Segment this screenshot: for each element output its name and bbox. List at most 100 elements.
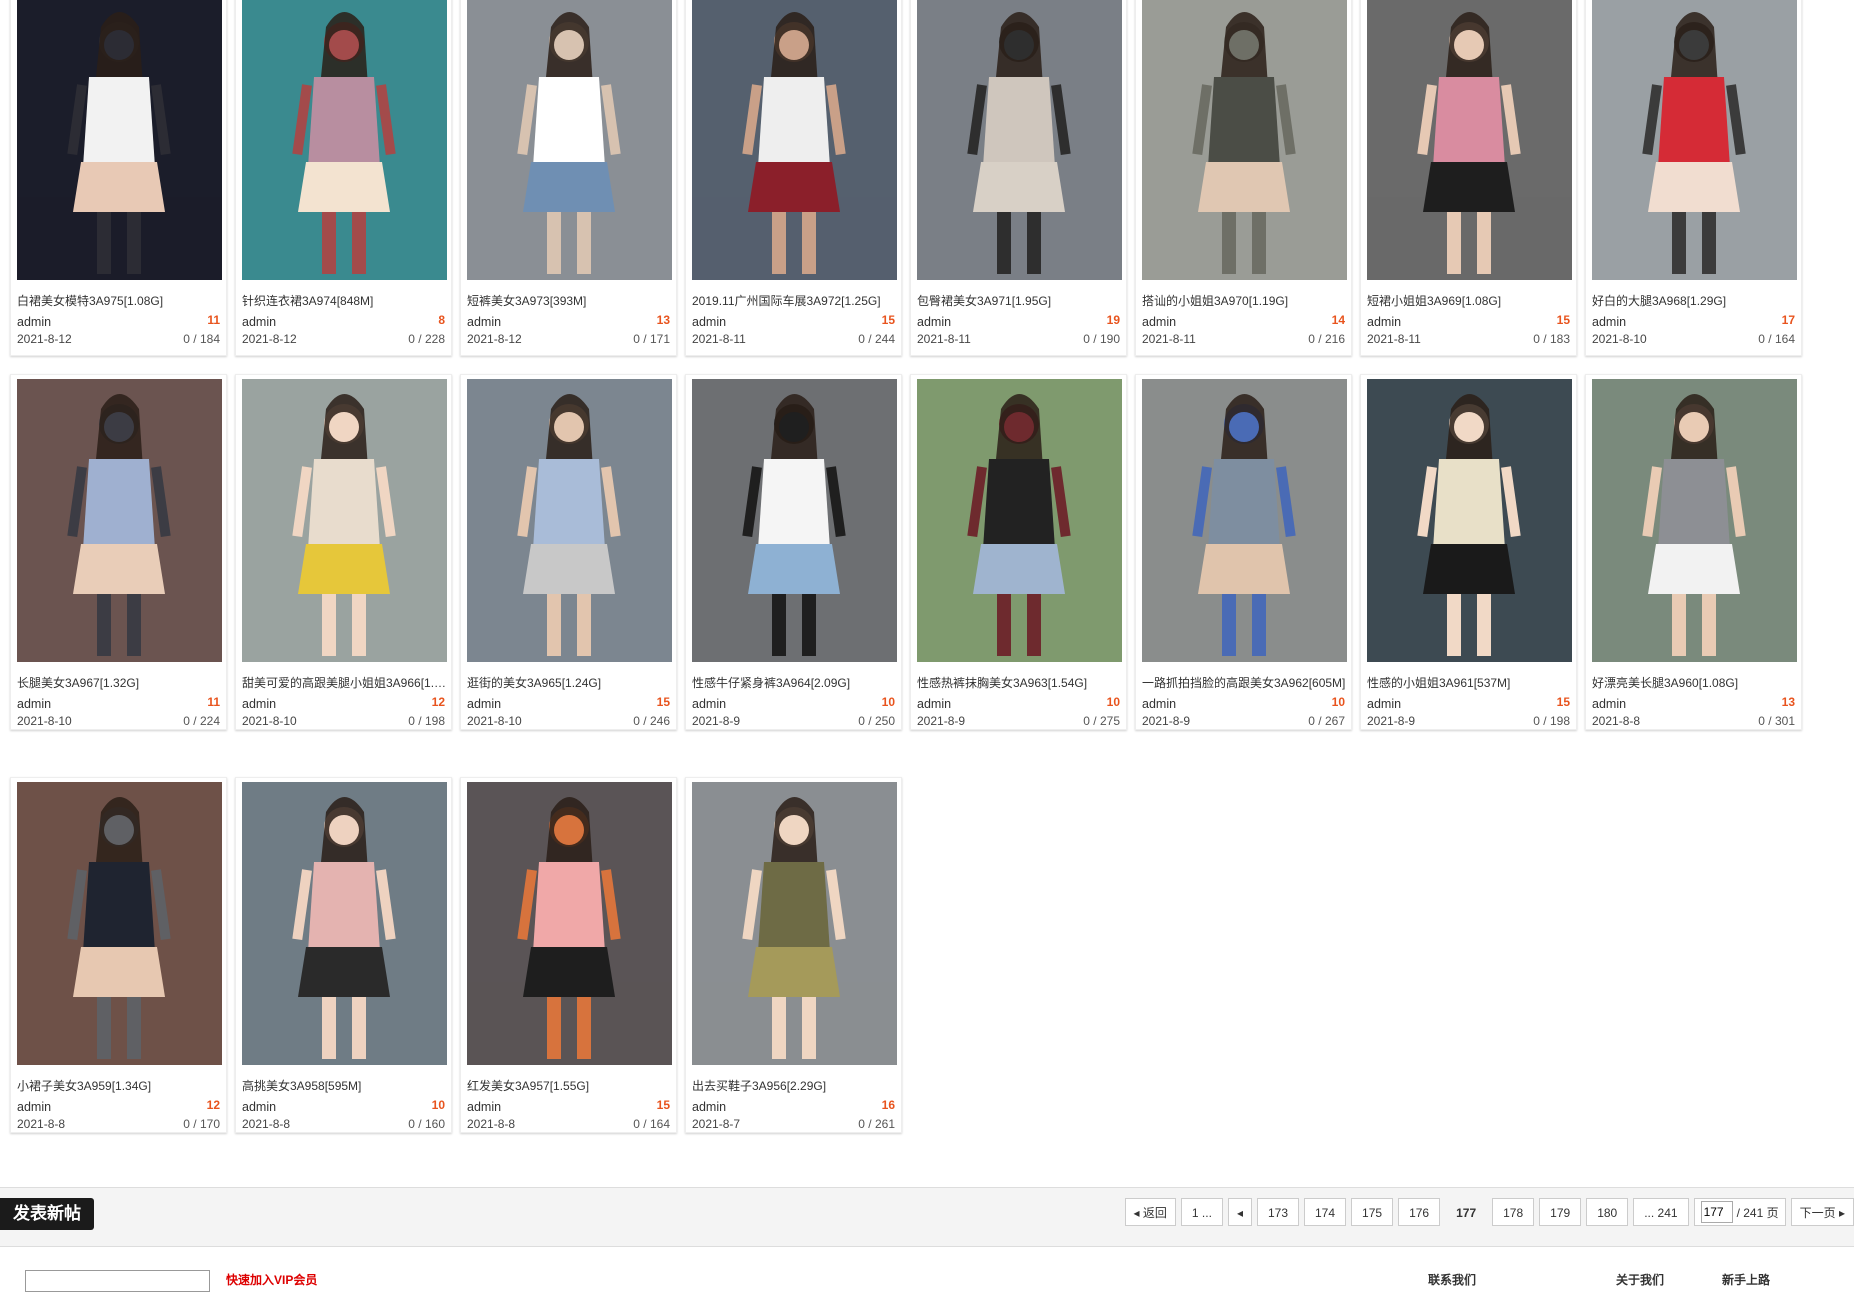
next-page-button[interactable]: 下一页 ▸ [1790, 1198, 1854, 1226]
thread-author[interactable]: admin [17, 1100, 51, 1114]
thread-author[interactable]: admin [692, 697, 726, 711]
thread-thumbnail[interactable] [1142, 0, 1347, 280]
thread-author[interactable]: admin [917, 315, 951, 329]
page-link[interactable]: 175 [1351, 1198, 1394, 1226]
thread-card[interactable]: 长腿美女3A967[1.32G] admin 11 2021-8-10 0 / 224 [10, 374, 227, 730]
new-post-button[interactable]: 发表新帖 [0, 1198, 94, 1230]
thread-card[interactable]: 白裙美女模特3A975[1.08G] admin 11 2021-8-12 0 / 18… [10, 0, 227, 356]
thread-thumbnail[interactable] [1592, 0, 1797, 280]
footer-link-newbie[interactable]: 新手上路 [1722, 1271, 1770, 1288]
thread-author[interactable]: admin [242, 697, 276, 711]
thread-title[interactable]: 甜美可爱的高跟美腿小姐姐3A966[1.57G] [242, 674, 447, 691]
thread-card[interactable]: 搭讪的小姐姐3A970[1.19G] admin 14 2021-8-11 0 / 21… [1135, 0, 1352, 356]
thread-thumbnail[interactable] [17, 379, 222, 662]
page-link[interactable]: 173 [1256, 1198, 1299, 1226]
thread-title[interactable]: 好白的大腿3A968[1.29G] [1592, 292, 1797, 309]
thread-author[interactable]: admin [1367, 697, 1401, 711]
thread-author[interactable]: admin [17, 697, 51, 711]
footer-search-box[interactable] [25, 1270, 210, 1292]
thread-card[interactable]: 好漂亮美长腿3A960[1.08G] admin 13 2021-8-8 0 / 301 [1585, 374, 1802, 730]
thread-card[interactable]: 甜美可爱的高跟美腿小姐姐3A966[1.57G] admin 12 2021-8-10… [235, 374, 452, 730]
thread-thumbnail[interactable] [242, 379, 447, 662]
thread-card[interactable]: 一路抓拍挡脸的高跟美女3A962[605M] admin 10 2021-8-9 0 /… [1135, 374, 1352, 730]
thread-title[interactable]: 长腿美女3A967[1.32G] [17, 674, 222, 691]
thread-card[interactable]: 性感的小姐姐3A961[537M] admin 15 2021-8-9 0 / 198 [1360, 374, 1577, 730]
thread-thumbnail[interactable] [17, 0, 222, 280]
thread-author[interactable]: admin [242, 315, 276, 329]
thread-thumbnail[interactable] [1367, 0, 1572, 280]
thread-title[interactable]: 逛街的美女3A965[1.24G] [467, 674, 672, 691]
thread-author[interactable]: admin [1592, 697, 1626, 711]
thread-author[interactable]: admin [467, 1100, 501, 1114]
thread-thumbnail[interactable] [467, 782, 672, 1065]
thread-card[interactable]: 2019.11广州国际车展3A972[1.25G] admin 15 2021-8-1… [685, 0, 902, 356]
vip-join-link[interactable]: 快速加入VIP会员 [226, 1271, 317, 1288]
thread-title[interactable]: 性感热裤抹胸美女3A963[1.54G] [917, 674, 1122, 691]
thread-thumbnail[interactable] [917, 0, 1122, 280]
thread-title[interactable]: 出去买鞋子3A956[2.29G] [692, 1077, 897, 1094]
prev-page-button[interactable]: ◂ [1227, 1198, 1252, 1226]
thread-title[interactable]: 好漂亮美长腿3A960[1.08G] [1592, 674, 1797, 691]
thread-thumbnail[interactable] [242, 0, 447, 280]
thread-thumbnail[interactable] [467, 0, 672, 280]
thread-title[interactable]: 搭讪的小姐姐3A970[1.19G] [1142, 292, 1347, 309]
thread-author[interactable]: admin [1592, 315, 1626, 329]
page-link[interactable]: 176 [1398, 1198, 1441, 1226]
thread-thumbnail[interactable] [692, 379, 897, 662]
thread-thumbnail[interactable] [17, 782, 222, 1065]
thread-card[interactable]: 短裙小姐姐3A969[1.08G] admin 15 2021-8-11 0 / 183 [1360, 0, 1577, 356]
thread-title[interactable]: 针织连衣裙3A974[848M] [242, 292, 447, 309]
thread-author[interactable]: admin [467, 315, 501, 329]
thread-title[interactable]: 高挑美女3A958[595M] [242, 1077, 447, 1094]
page-link[interactable]: 178 [1492, 1198, 1535, 1226]
thread-card[interactable]: 性感热裤抹胸美女3A963[1.54G] admin 10 2021-8-9 0 / 2… [910, 374, 1127, 730]
page-jump-input[interactable] [1700, 1201, 1733, 1223]
thread-thumbnail[interactable] [1592, 379, 1797, 662]
thread-card[interactable]: 小裙子美女3A959[1.34G] admin 12 2021-8-8 0 / 170 [10, 777, 227, 1133]
page-link[interactable]: 179 [1539, 1198, 1582, 1226]
thread-thumbnail[interactable] [242, 782, 447, 1065]
thread-card[interactable]: 针织连衣裙3A974[848M] admin 8 2021-8-12 0 / 228 [235, 0, 452, 356]
thread-thumbnail[interactable] [692, 782, 897, 1065]
thread-author[interactable]: admin [692, 1100, 726, 1114]
thread-author[interactable]: admin [17, 315, 51, 329]
thread-author[interactable]: admin [1142, 315, 1176, 329]
thread-title[interactable]: 白裙美女模特3A975[1.08G] [17, 292, 222, 309]
thread-title[interactable]: 短裤美女3A973[393M] [467, 292, 672, 309]
thread-card[interactable]: 出去买鞋子3A956[2.29G] admin 16 2021-8-7 0 / 261 [685, 777, 902, 1133]
footer-link-contact[interactable]: 联系我们 [1428, 1271, 1476, 1288]
thread-thumbnail[interactable] [1142, 379, 1347, 662]
page-first[interactable]: 1 ... [1180, 1198, 1223, 1226]
thread-title[interactable]: 包臀裙美女3A971[1.95G] [917, 292, 1122, 309]
thread-title[interactable]: 一路抓拍挡脸的高跟美女3A962[605M] [1142, 674, 1347, 691]
thread-author[interactable]: admin [1367, 315, 1401, 329]
view-count: 0 / 184 [183, 332, 220, 346]
thread-card[interactable]: 性感牛仔紧身裤3A964[2.09G] admin 10 2021-8-9 0 / 25… [685, 374, 902, 730]
thread-thumbnail[interactable] [1367, 379, 1572, 662]
thread-author[interactable]: admin [692, 315, 726, 329]
thread-card[interactable]: 逛街的美女3A965[1.24G] admin 15 2021-8-10 0 / 246 [460, 374, 677, 730]
thread-title[interactable]: 红发美女3A957[1.55G] [467, 1077, 672, 1094]
page-link[interactable]: 174 [1304, 1198, 1347, 1226]
thread-title[interactable]: 小裙子美女3A959[1.34G] [17, 1077, 222, 1094]
thread-card[interactable]: 包臀裙美女3A971[1.95G] admin 19 2021-8-11 0 / 190 [910, 0, 1127, 356]
footer-link-about[interactable]: 关于我们 [1616, 1271, 1664, 1288]
page-last[interactable]: ... 241 [1633, 1198, 1689, 1226]
thread-thumbnail[interactable] [467, 379, 672, 662]
page-link[interactable]: 180 [1586, 1198, 1629, 1226]
thread-author[interactable]: admin [467, 697, 501, 711]
back-button[interactable]: ◂ 返回 [1124, 1198, 1176, 1226]
thread-title[interactable]: 性感牛仔紧身裤3A964[2.09G] [692, 674, 897, 691]
thread-title[interactable]: 2019.11广州国际车展3A972[1.25G] [692, 292, 897, 309]
thread-card[interactable]: 红发美女3A957[1.55G] admin 15 2021-8-8 0 / 164 [460, 777, 677, 1133]
thread-author[interactable]: admin [917, 697, 951, 711]
thread-title[interactable]: 短裙小姐姐3A969[1.08G] [1367, 292, 1572, 309]
thread-author[interactable]: admin [1142, 697, 1176, 711]
thread-author[interactable]: admin [242, 1100, 276, 1114]
thread-card[interactable]: 好白的大腿3A968[1.29G] admin 17 2021-8-10 0 / 164 [1585, 0, 1802, 356]
thread-thumbnail[interactable] [692, 0, 897, 280]
thread-card[interactable]: 短裤美女3A973[393M] admin 13 2021-8-12 0 / 171 [460, 0, 677, 356]
thread-card[interactable]: 高挑美女3A958[595M] admin 10 2021-8-8 0 / 160 [235, 777, 452, 1133]
thread-thumbnail[interactable] [917, 379, 1122, 662]
thread-title[interactable]: 性感的小姐姐3A961[537M] [1367, 674, 1572, 691]
